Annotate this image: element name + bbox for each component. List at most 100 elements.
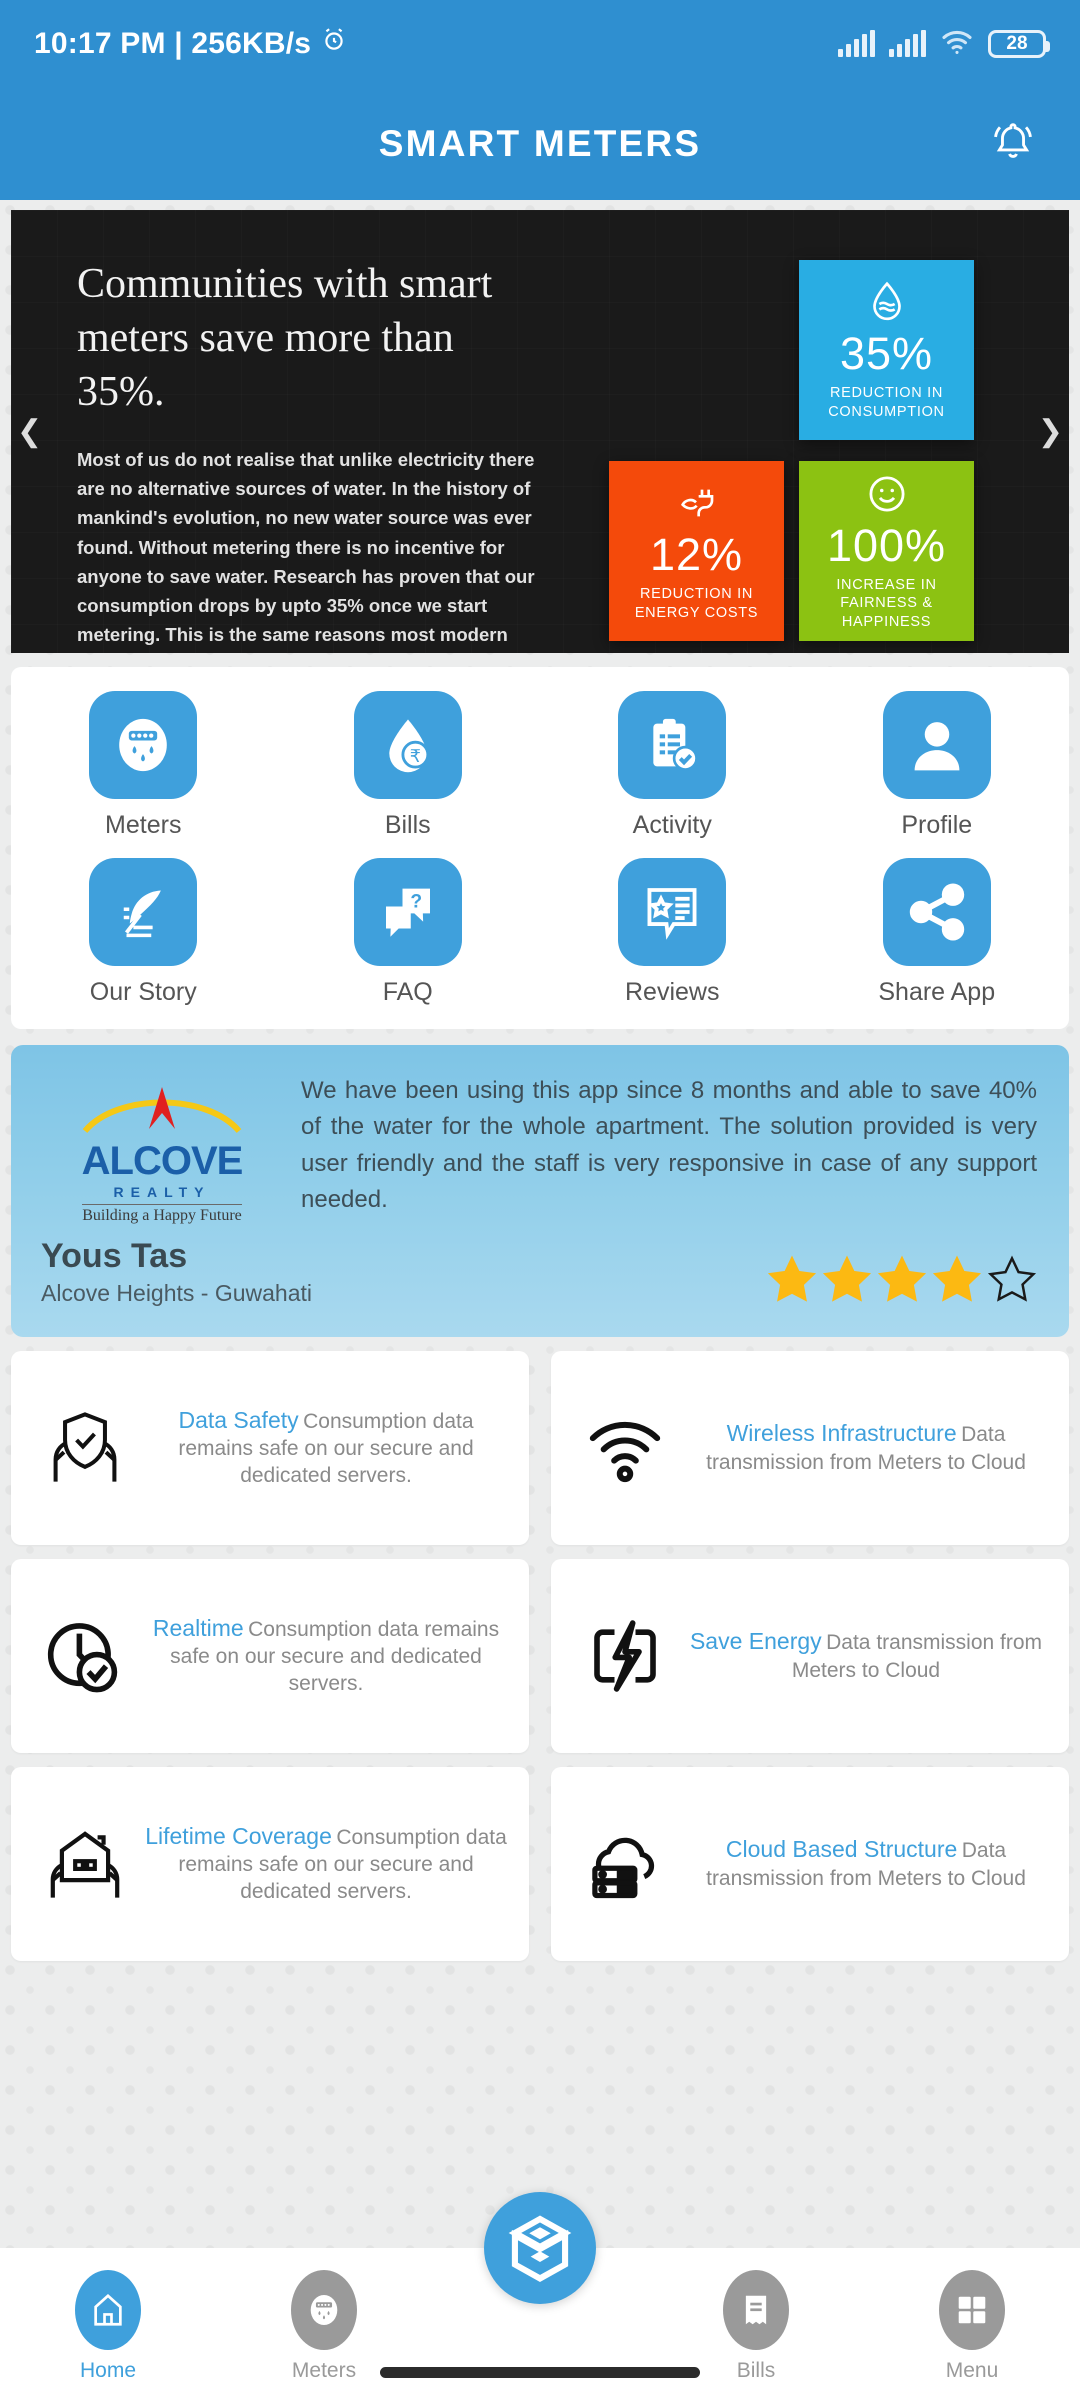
alarm-clock-icon: [321, 27, 347, 61]
feature-title: Cloud Based Structure: [725, 1836, 958, 1863]
feature-cards: Data Safety Consumption data remains saf…: [11, 1351, 1069, 1961]
shortcut-bills[interactable]: ₹ Bills: [276, 691, 541, 840]
stat-tile-consumption: 35% REDUCTION IN CONSUMPTION: [799, 260, 974, 440]
cloud-server-icon: [567, 1822, 683, 1906]
star-filled-icon: [767, 1255, 817, 1302]
feature-title: Save Energy: [689, 1628, 822, 1655]
banner-body-text: Most of us do not realise that unlike el…: [77, 449, 535, 646]
feature-text: Data Safety Consumption data remains saf…: [143, 1407, 513, 1490]
shortcut-grid: Meters ₹ Bills Activity Profile Our Stor…: [11, 667, 1069, 1029]
shortcut-label: Our Story: [89, 978, 197, 1006]
stat-value: 35%: [839, 328, 934, 380]
shortcut-profile[interactable]: Profile: [805, 691, 1070, 840]
alcove-arc-logo-icon: [82, 1087, 242, 1134]
testimonial-quote: We have been using this app since 8 mont…: [301, 1077, 1037, 1214]
testimonial-author: Yous Tas Alcove Heights - Guwahati: [41, 1237, 312, 1307]
feature-text: Cloud Based Structure Data transmission …: [683, 1836, 1053, 1892]
app-cube-logo-icon[interactable]: [484, 2192, 596, 2304]
testimonial-top: ALCOVE REALTY Building a Happy Future We…: [11, 1045, 1069, 1225]
shortcut-label: Share App: [878, 978, 996, 1006]
feature-text: Realtime Consumption data remains safe o…: [143, 1615, 513, 1698]
star-filled-icon: [932, 1255, 982, 1302]
logo-word: ALCOVE: [81, 1139, 244, 1183]
home-icon: [75, 2270, 141, 2350]
house-in-hands-icon: [27, 1822, 143, 1906]
feature-card-cloud-based-structure[interactable]: Cloud Based Structure Data transmission …: [551, 1767, 1069, 1961]
banner-content: Communities with smart meters save more …: [11, 210, 1069, 653]
home-indicator: [380, 2367, 700, 2378]
page-title: SMART METERS: [378, 123, 702, 164]
testimonial-card[interactable]: ALCOVE REALTY Building a Happy Future We…: [11, 1045, 1069, 1337]
nav-item-home[interactable]: Home: [33, 2270, 183, 2383]
stat-value: 100%: [826, 520, 947, 572]
share-nodes-icon: [882, 858, 991, 966]
carousel-prev-icon[interactable]: ❮: [17, 416, 42, 447]
wifi-signal-icon: [567, 1406, 683, 1490]
feature-title: Data Safety: [178, 1406, 299, 1433]
battery-indicator: 28: [988, 30, 1050, 58]
battery-bolt-icon: [567, 1614, 683, 1698]
feature-card-data-safety[interactable]: Data Safety Consumption data remains saf…: [11, 1351, 529, 1545]
star-empty-icon: [987, 1255, 1037, 1302]
feature-text: Wireless Infrastructure Data transmissio…: [683, 1420, 1053, 1476]
banner-headline: Communities with smart meters save more …: [77, 261, 493, 415]
stat-caption: REDUCTION IN ENERGY COSTS: [634, 586, 759, 621]
battery-percent: 28: [1006, 33, 1028, 54]
feature-card-lifetime-coverage[interactable]: Lifetime Coverage Consumption data remai…: [11, 1767, 529, 1961]
feature-card-realtime[interactable]: Realtime Consumption data remains safe o…: [11, 1559, 529, 1753]
status-bar-left: 10:17 PM | 256KB/s: [34, 27, 347, 61]
clock-check-icon: [27, 1614, 143, 1698]
rupee-drop-icon: ₹: [353, 691, 462, 799]
stat-tile-happiness: 100% INCREASE IN FAIRNESS & HAPPINESS: [799, 461, 974, 641]
promo-banner[interactable]: Communities with smart meters save more …: [11, 210, 1069, 653]
feature-text: Lifetime Coverage Consumption data remai…: [143, 1823, 513, 1906]
nav-label: Menu: [945, 2359, 999, 2382]
feature-text: Save Energy Data transmission from Meter…: [683, 1628, 1053, 1684]
nav-item-bills[interactable]: Bills: [681, 2270, 831, 2383]
reviewer-name: Yous Tas: [41, 1236, 188, 1275]
feature-card-save-energy[interactable]: Save Energy Data transmission from Meter…: [551, 1559, 1069, 1753]
stat-caption: INCREASE IN FAIRNESS & HAPPINESS: [836, 577, 937, 630]
water-drop-icon: [867, 279, 907, 325]
plug-leaf-icon: [675, 480, 719, 526]
signal-bars-icon: [889, 30, 926, 57]
receipt-icon: [723, 2270, 789, 2350]
bell-icon[interactable]: [990, 118, 1036, 171]
shortcut-our-story[interactable]: Our Story: [11, 858, 276, 1007]
nav-label: Meters: [291, 2359, 357, 2382]
wifi-icon: [940, 29, 974, 60]
nav-item-meters[interactable]: Meters: [249, 2270, 399, 2383]
shortcut-label: Bills: [384, 811, 431, 839]
stat-value: 12%: [649, 529, 744, 581]
status-bar: 10:17 PM | 256KB/s 28: [0, 0, 1080, 88]
stat-caption: REDUCTION IN CONSUMPTION: [828, 385, 945, 420]
shortcut-label: Activity: [632, 811, 712, 839]
shortcut-activity[interactable]: Activity: [540, 691, 805, 840]
testimonial-footer: Yous Tas Alcove Heights - Guwahati: [11, 1237, 1069, 1307]
reviewer-location: Alcove Heights - Guwahati: [41, 1280, 313, 1306]
feature-title: Lifetime Coverage: [145, 1822, 332, 1849]
shortcut-meters[interactable]: Meters: [11, 691, 276, 840]
logo-tagline: Building a Happy Future: [82, 1204, 242, 1225]
user-avatar-icon: [882, 691, 991, 799]
app-bar: SMART METERS: [0, 88, 1080, 200]
grid-menu-icon: [939, 2270, 1005, 2350]
shortcut-faq[interactable]: ? FAQ: [276, 858, 541, 1007]
svg-text:₹: ₹: [410, 747, 421, 767]
alcove-realty-logo: ALCOVE REALTY Building a Happy Future: [37, 1073, 287, 1225]
nav-label: Home: [79, 2359, 137, 2382]
star-filled-icon: [877, 1255, 927, 1302]
shortcut-share-app[interactable]: Share App: [805, 858, 1070, 1007]
feature-title: Wireless Infrastructure: [726, 1420, 957, 1447]
feature-card-wireless-infrastructure[interactable]: Wireless Infrastructure Data transmissio…: [551, 1351, 1069, 1545]
feature-desc: Data transmission from Meters to Cloud: [791, 1631, 1043, 1682]
feather-quill-icon: [89, 858, 198, 966]
water-meter-icon: [291, 2270, 357, 2350]
nav-label: Bills: [736, 2359, 776, 2382]
shortcut-reviews[interactable]: Reviews: [540, 858, 805, 1007]
shortcut-label: Reviews: [625, 978, 720, 1006]
signal-bars-icon: [838, 30, 875, 57]
nav-item-menu[interactable]: Menu: [897, 2270, 1047, 2383]
status-bar-right: 28: [838, 29, 1050, 60]
carousel-next-icon[interactable]: ❯: [1038, 416, 1063, 447]
